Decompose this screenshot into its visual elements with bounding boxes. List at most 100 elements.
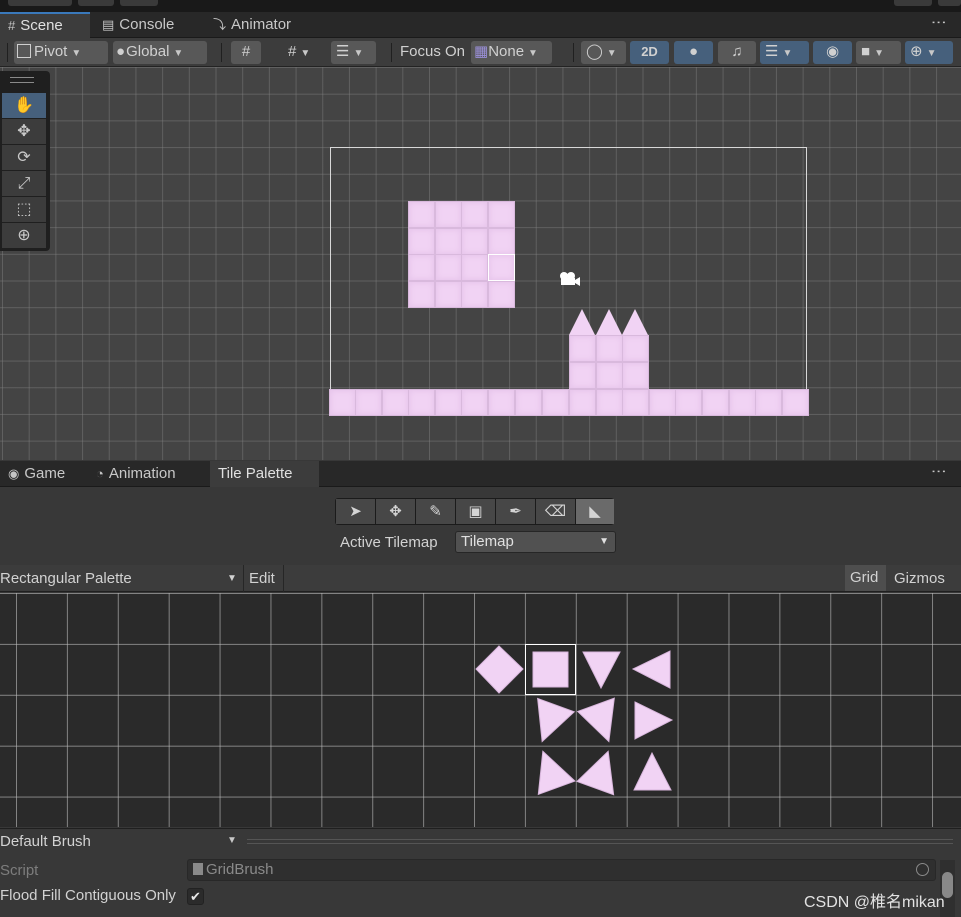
console-icon: ▤	[102, 17, 115, 32]
picker-tool-button[interactable]: ✒	[496, 499, 536, 524]
move-tile-tool-button[interactable]: ✥	[376, 499, 416, 524]
scene-view[interactable]	[0, 67, 961, 460]
rect-tool-button[interactable]: ⬚	[2, 197, 46, 222]
grid-snap-button[interactable]: #	[231, 41, 261, 64]
palette-grid[interactable]	[0, 593, 961, 827]
tile-selection-cursor	[488, 254, 515, 281]
chevron-down-icon: ▼	[173, 48, 184, 59]
tile	[461, 254, 488, 281]
brush-dropdown[interactable]: Default Brush	[0, 833, 91, 850]
tile	[542, 389, 569, 416]
grid-visibility-button[interactable]: ☰ ▼	[331, 41, 376, 64]
scale-tool-button[interactable]: ⤢	[2, 171, 46, 196]
tab-animator[interactable]: ⤵ Animator	[205, 12, 299, 38]
tile-diamond[interactable]	[474, 644, 525, 695]
speaker-mute-icon: ♫	[731, 43, 743, 60]
move-tool-button[interactable]: ✥	[2, 119, 46, 144]
lighting-toggle-button[interactable]: ●	[674, 41, 713, 64]
global-dropdown[interactable]: ●Global ▼	[113, 41, 207, 64]
flood-fill-tool-button[interactable]: ◣	[576, 499, 614, 524]
tile	[408, 201, 435, 228]
script-row: Script GridBrush	[0, 858, 961, 883]
tile	[622, 389, 649, 416]
toolbar-separator	[391, 43, 392, 62]
drag-handle[interactable]	[10, 77, 34, 83]
box-fill-tool-button[interactable]: ▣	[456, 499, 496, 524]
gizmos-dropdown[interactable]: ⊕ ▼	[905, 41, 953, 64]
focus-on-dropdown[interactable]: ▦None ▼	[471, 41, 552, 64]
toolbar-separator	[243, 565, 244, 592]
eye-slash-icon: ◉	[825, 43, 840, 60]
erase-tool-button[interactable]: ⌫	[536, 499, 576, 524]
object-picker-icon[interactable]	[916, 863, 929, 876]
grid-toggle-button[interactable]: Grid	[845, 565, 886, 591]
chevron-down-icon[interactable]: ▼	[227, 835, 237, 846]
tile	[461, 281, 488, 308]
splitter-handle[interactable]	[247, 839, 953, 844]
camera-dropdown[interactable]: ■ ▼	[856, 41, 901, 64]
tile	[435, 281, 462, 308]
grid-lines-icon: ☰	[336, 43, 350, 60]
move-arrows-icon: ✥	[17, 123, 31, 140]
toolbar-fragment	[120, 0, 158, 6]
tab-scene[interactable]: # Scene	[0, 12, 90, 38]
tile-triangle-down[interactable]	[576, 644, 627, 695]
tile-palette-tools: ➤ ✥ ✎ ▣ ✒ ⌫ ◣	[335, 498, 614, 525]
scene-tab-bar: # Scene ▤ Console ⤵ Animator ⋮	[0, 12, 961, 38]
tile-corner-bottom-left[interactable]	[525, 695, 576, 746]
audio-toggle-button[interactable]: ♫	[718, 41, 756, 64]
toolbar-fragment	[8, 0, 72, 6]
palette-dropdown[interactable]: Rectangular Palette	[0, 570, 132, 587]
tile-corner-bottom-right[interactable]	[576, 695, 627, 746]
tile	[515, 389, 542, 416]
paint-tool-button[interactable]: ✎	[416, 499, 456, 524]
globe-icon: ●	[116, 43, 126, 60]
tile	[569, 389, 596, 416]
tile	[488, 228, 515, 255]
tab-console[interactable]: ▤ Console	[94, 12, 182, 38]
script-label: Script	[0, 862, 39, 879]
eyedropper-icon: ✒	[509, 503, 522, 520]
spike-tile	[622, 309, 648, 335]
tile-triangle-left[interactable]	[627, 644, 678, 695]
transform-gizmo-icon: ⊕	[17, 227, 31, 244]
tab-tile-palette[interactable]: Tile Palette	[210, 461, 319, 487]
watermark-text: CSDN @椎名mikan	[804, 894, 945, 911]
chevron-down-icon: ▼	[782, 48, 793, 59]
spike-tile	[596, 309, 622, 335]
tile-triangle-up[interactable]	[627, 746, 678, 797]
tab-animation[interactable]: ◔ Animation	[88, 461, 184, 487]
hand-tool-button[interactable]: ✋	[2, 93, 46, 118]
camera-gizmo-icon[interactable]	[557, 271, 581, 292]
effects-dropdown[interactable]: ☰ ▼	[760, 41, 809, 64]
flood-fill-checkbox[interactable]: ✔	[187, 888, 204, 905]
script-file-icon	[193, 863, 203, 875]
edit-palette-button[interactable]: Edit	[249, 570, 275, 587]
tile	[435, 228, 462, 255]
tile	[408, 254, 435, 281]
pivot-dropdown[interactable]: Pivot ▼	[14, 41, 108, 64]
light-bulb-icon: ●	[688, 43, 699, 60]
chevron-down-icon[interactable]: ▼	[227, 573, 237, 584]
select-tool-button[interactable]: ➤	[336, 499, 376, 524]
more-options-icon[interactable]: ⋮	[929, 15, 947, 29]
tile-corner-top-left[interactable]	[525, 746, 576, 797]
tile	[622, 335, 649, 362]
palette-selection-cursor	[525, 644, 576, 695]
tile	[408, 389, 435, 416]
tile	[649, 389, 676, 416]
draw-mode-dropdown[interactable]: ◯ ▼	[581, 41, 626, 64]
tile-corner-top-right[interactable]	[576, 746, 627, 797]
hidden-objects-toggle[interactable]: ◉	[813, 41, 852, 64]
transform-tool-button[interactable]: ⊕	[2, 223, 46, 248]
tab-game[interactable]: ◉ Game	[0, 461, 73, 487]
box-fill-icon: ▣	[468, 503, 483, 520]
toolbar-fragment	[894, 0, 932, 6]
toggle-2d-button[interactable]: 2D	[630, 41, 669, 64]
more-options-icon[interactable]: ⋮	[929, 464, 947, 478]
tile-triangle-right[interactable]	[627, 695, 678, 746]
gizmos-toggle-button[interactable]: Gizmos	[894, 570, 945, 587]
active-tilemap-dropdown[interactable]: Tilemap ▼	[455, 531, 616, 553]
increment-snap-button[interactable]: # ▼	[283, 41, 328, 64]
rotate-tool-button[interactable]: ⟳	[2, 145, 46, 170]
